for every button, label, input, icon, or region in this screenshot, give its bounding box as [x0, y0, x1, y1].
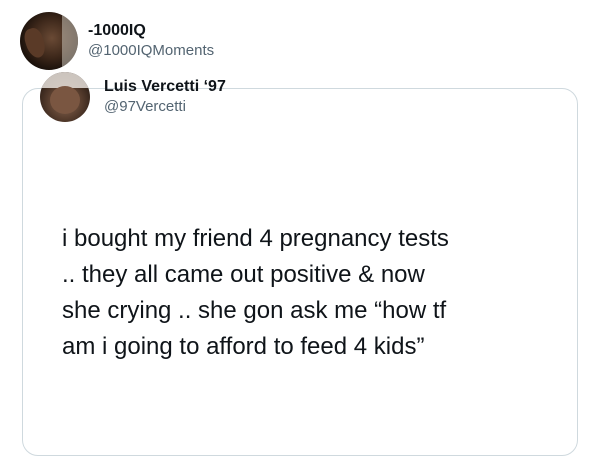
quoted-user-names: Luis Vercetti ‘97 @97Vercetti: [104, 77, 226, 117]
avatar-face: [50, 86, 80, 114]
avatar-hand: [21, 25, 49, 61]
quoted-avatar[interactable]: [40, 72, 90, 122]
avatar[interactable]: [20, 12, 78, 70]
outer-user-names: -1000IQ @1000IQMoments: [88, 21, 214, 61]
quoted-tweet-header: Luis Vercetti ‘97 @97Vercetti: [40, 72, 226, 122]
quoted-display-name[interactable]: Luis Vercetti ‘97: [104, 77, 226, 97]
quoted-user-handle[interactable]: @97Vercetti: [104, 97, 226, 117]
user-handle[interactable]: @1000IQMoments: [88, 41, 214, 61]
avatar-background: [62, 12, 78, 70]
outer-tweet-header: -1000IQ @1000IQMoments: [20, 12, 214, 70]
tweet-screenshot: -1000IQ @1000IQMoments Luis Vercetti ‘97…: [0, 0, 599, 474]
display-name[interactable]: -1000IQ: [88, 21, 214, 41]
quoted-tweet-text: i bought my friend 4 pregnancy tests .. …: [62, 225, 449, 360]
